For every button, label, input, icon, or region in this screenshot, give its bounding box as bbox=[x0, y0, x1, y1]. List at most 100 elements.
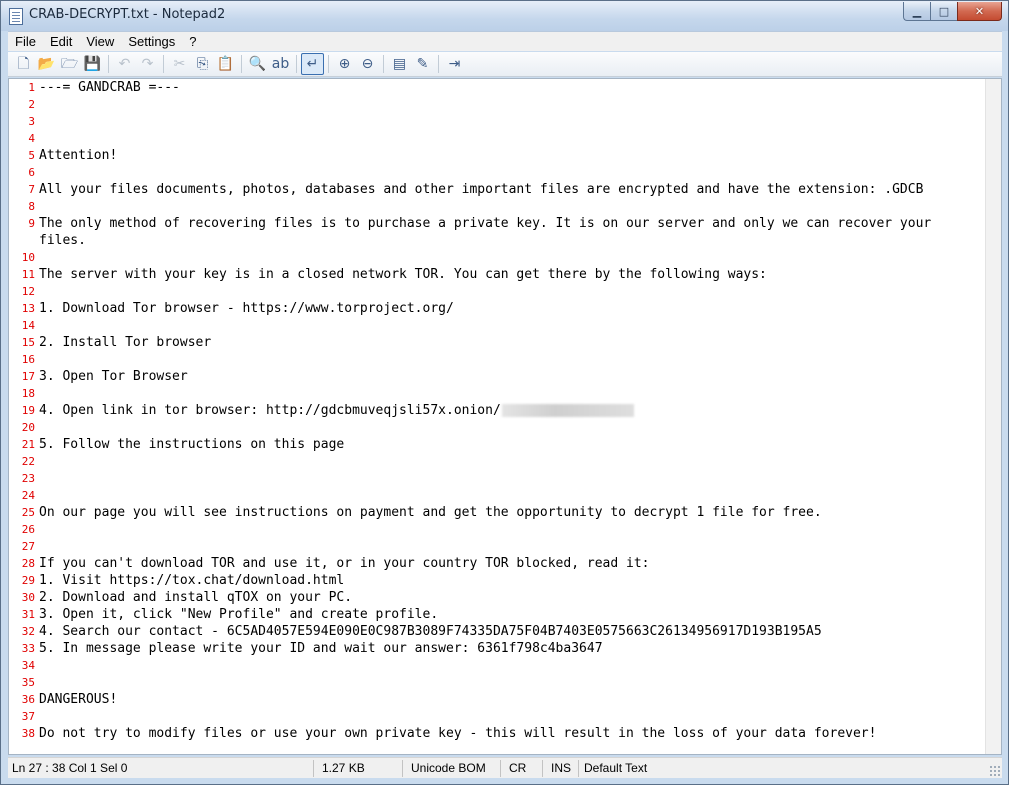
editor-line[interactable]: 11 The server with your key is in a close… bbox=[9, 266, 987, 283]
editor-line[interactable]: 18 bbox=[9, 385, 987, 402]
line-text[interactable]: 1. Visit https://tox.chat/download.html bbox=[38, 572, 983, 589]
editor-line[interactable]: 4 bbox=[9, 130, 987, 147]
line-text[interactable]: 5. Follow the instructions on this page bbox=[38, 436, 983, 453]
editor-line[interactable]: 28 If you can't download TOR and use it, … bbox=[9, 555, 987, 572]
zoom-out-icon[interactable]: ⊖ bbox=[356, 53, 379, 75]
line-text[interactable] bbox=[38, 708, 983, 725]
status-scheme[interactable]: Default Text bbox=[579, 760, 647, 777]
line-text[interactable]: 5. In message please write your ID and w… bbox=[38, 640, 983, 657]
title-bar[interactable]: CRAB-DECRYPT.txt - Notepad2 ▁ □ ✕ bbox=[1, 1, 1008, 31]
line-text[interactable]: 3. Open it, click "New Profile" and crea… bbox=[38, 606, 983, 623]
line-text[interactable]: DANGEROUS! bbox=[38, 691, 983, 708]
editor-line[interactable]: 38 Do not try to modify files or use your… bbox=[9, 725, 987, 742]
line-text[interactable] bbox=[38, 317, 983, 334]
line-text[interactable]: On our page you will see instructions on… bbox=[38, 504, 983, 521]
copy-icon[interactable]: ⎘ bbox=[191, 53, 214, 75]
editor-line[interactable]: 8 bbox=[9, 198, 987, 215]
line-text[interactable]: Attention! bbox=[38, 147, 983, 164]
editor-line[interactable]: 21 5. Follow the instructions on this pag… bbox=[9, 436, 987, 453]
editor-line[interactable]: 36 DANGEROUS! bbox=[9, 691, 987, 708]
editor-line[interactable]: 19 4. Open link in tor browser: http://gd… bbox=[9, 402, 987, 419]
line-text[interactable] bbox=[38, 674, 983, 691]
menu-settings[interactable]: Settings bbox=[121, 33, 182, 51]
line-text[interactable] bbox=[38, 453, 983, 470]
line-text[interactable]: All your files documents, photos, databa… bbox=[38, 181, 983, 198]
line-text[interactable]: 4. Open link in tor browser: http://gdcb… bbox=[38, 402, 983, 419]
paste-icon[interactable]: 📋 bbox=[214, 53, 237, 75]
line-text[interactable] bbox=[38, 96, 983, 113]
editor-line[interactable]: 7 All your files documents, photos, datab… bbox=[9, 181, 987, 198]
editor-line[interactable]: 16 bbox=[9, 351, 987, 368]
editor-line[interactable]: 10 bbox=[9, 249, 987, 266]
menu-file[interactable]: File bbox=[8, 33, 43, 51]
resize-grip[interactable] bbox=[989, 765, 1000, 776]
editor-line[interactable]: 22 bbox=[9, 453, 987, 470]
editor-line[interactable]: 33 5. In message please write your ID and… bbox=[9, 640, 987, 657]
open-file-icon[interactable]: 📂 bbox=[35, 53, 58, 75]
line-text[interactable]: 2. Install Tor browser bbox=[38, 334, 983, 351]
editor-line[interactable]: 13 1. Download Tor browser - https://www.… bbox=[9, 300, 987, 317]
exit-icon[interactable]: ⇥ bbox=[443, 53, 466, 75]
editor-line[interactable]: 9 The only method of recovering files is … bbox=[9, 215, 987, 249]
line-text[interactable]: 4. Search our contact - 6C5AD4057E594E09… bbox=[38, 623, 983, 640]
line-text[interactable] bbox=[38, 113, 983, 130]
editor-line[interactable]: 29 1. Visit https://tox.chat/download.htm… bbox=[9, 572, 987, 589]
editor-line[interactable]: 34 bbox=[9, 657, 987, 674]
editor-line[interactable]: 5 Attention! bbox=[9, 147, 987, 164]
editor-content[interactable]: 1 ---= GANDCRAB =--- 2 3 4 5 Attention! 6 7 All y… bbox=[9, 79, 987, 742]
line-text[interactable]: 3. Open Tor Browser bbox=[38, 368, 983, 385]
editor-line[interactable]: 31 3. Open it, click "New Profile" and cr… bbox=[9, 606, 987, 623]
editor-line[interactable]: 32 4. Search our contact - 6C5AD4057E594E… bbox=[9, 623, 987, 640]
editor-line[interactable]: 23 bbox=[9, 470, 987, 487]
find-icon[interactable]: 🔍 bbox=[246, 53, 269, 75]
menu-help[interactable]: ? bbox=[182, 33, 203, 51]
line-text[interactable] bbox=[38, 283, 983, 300]
status-line-ending[interactable]: CR bbox=[501, 759, 543, 777]
status-encoding[interactable]: Unicode BOM bbox=[403, 759, 501, 777]
editor-line[interactable]: 27 bbox=[9, 538, 987, 555]
editor-line[interactable]: 2 bbox=[9, 96, 987, 113]
editor-line[interactable]: 30 2. Download and install qTOX on your P… bbox=[9, 589, 987, 606]
editor-line[interactable]: 12 bbox=[9, 283, 987, 300]
browse-icon[interactable]: 🗁 bbox=[58, 53, 81, 75]
line-text[interactable] bbox=[38, 538, 983, 555]
scheme-config-icon[interactable]: ✎ bbox=[411, 53, 434, 75]
new-file-icon[interactable]: 🗋 bbox=[12, 53, 35, 75]
editor-line[interactable]: 1 ---= GANDCRAB =--- bbox=[9, 79, 987, 96]
editor-line[interactable]: 37 bbox=[9, 708, 987, 725]
editor-line[interactable]: 6 bbox=[9, 164, 987, 181]
scheme-icon[interactable]: ▤ bbox=[388, 53, 411, 75]
editor-line[interactable]: 14 bbox=[9, 317, 987, 334]
line-text[interactable] bbox=[38, 351, 983, 368]
text-editor[interactable]: 1 ---= GANDCRAB =--- 2 3 4 5 Attention! 6 7 All y… bbox=[8, 78, 1002, 755]
line-text[interactable] bbox=[38, 657, 983, 674]
word-wrap-icon[interactable]: ↵ bbox=[301, 53, 324, 75]
editor-line[interactable]: 26 bbox=[9, 521, 987, 538]
line-text[interactable] bbox=[38, 419, 983, 436]
line-text[interactable] bbox=[38, 130, 983, 147]
line-text[interactable]: Do not try to modify files or use your o… bbox=[38, 725, 983, 742]
menu-view[interactable]: View bbox=[79, 33, 121, 51]
maximize-button[interactable]: □ bbox=[930, 2, 957, 21]
line-text[interactable]: 1. Download Tor browser - https://www.to… bbox=[38, 300, 983, 317]
editor-line[interactable]: 35 bbox=[9, 674, 987, 691]
editor-line[interactable]: 15 2. Install Tor browser bbox=[9, 334, 987, 351]
line-text[interactable]: If you can't download TOR and use it, or… bbox=[38, 555, 983, 572]
line-text[interactable] bbox=[38, 198, 983, 215]
editor-line[interactable]: 24 bbox=[9, 487, 987, 504]
close-button[interactable]: ✕ bbox=[957, 2, 1002, 21]
editor-line[interactable]: 3 bbox=[9, 113, 987, 130]
replace-icon[interactable]: ab bbox=[269, 53, 292, 75]
notepad-app-icon[interactable] bbox=[9, 8, 23, 25]
line-text[interactable] bbox=[38, 249, 983, 266]
menu-edit[interactable]: Edit bbox=[43, 33, 79, 51]
line-text[interactable] bbox=[38, 470, 983, 487]
save-icon[interactable]: 💾 bbox=[81, 53, 104, 75]
zoom-in-icon[interactable]: ⊕ bbox=[333, 53, 356, 75]
editor-line[interactable]: 25 On our page you will see instructions … bbox=[9, 504, 987, 521]
line-text[interactable] bbox=[38, 385, 983, 402]
line-text[interactable] bbox=[38, 521, 983, 538]
line-text[interactable] bbox=[38, 487, 983, 504]
redo-icon[interactable]: ↷ bbox=[136, 53, 159, 75]
line-text[interactable]: The server with your key is in a closed … bbox=[38, 266, 983, 283]
